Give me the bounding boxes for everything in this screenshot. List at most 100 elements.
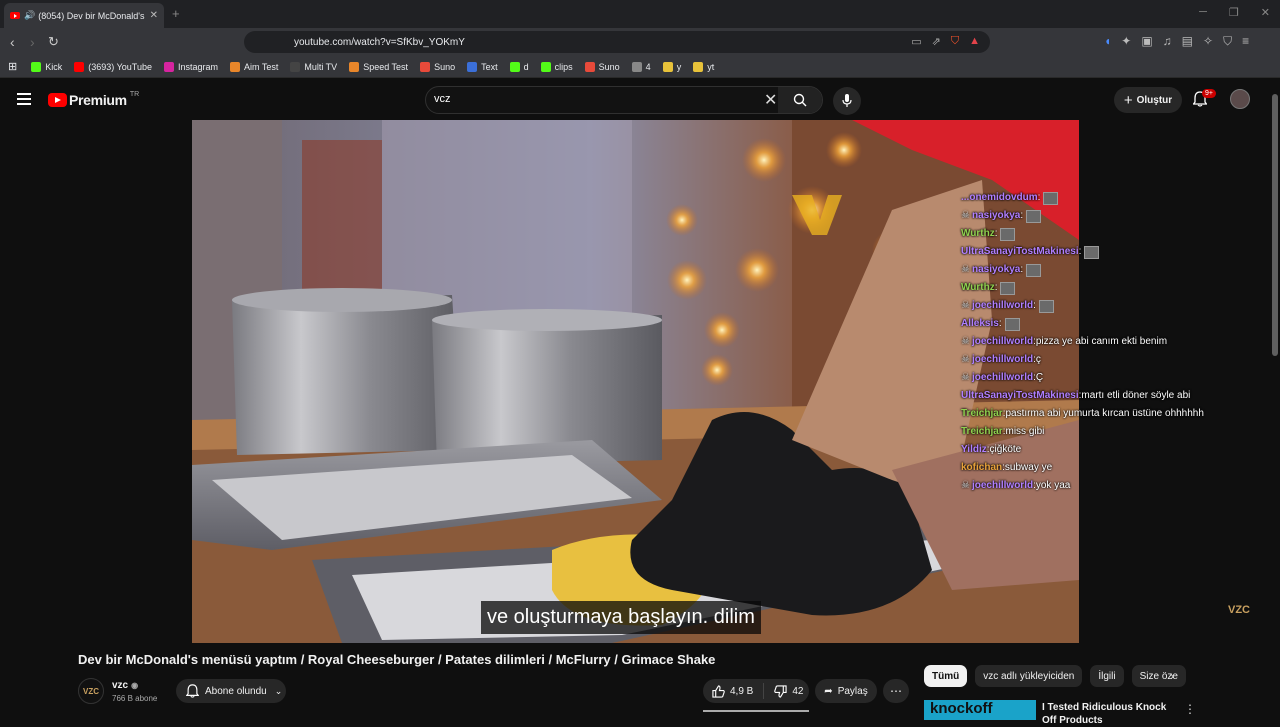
menu-icon[interactable]: ≡ bbox=[1242, 34, 1249, 49]
install-icon[interactable]: ▭ bbox=[911, 35, 921, 48]
search-button[interactable] bbox=[778, 87, 822, 113]
thumbs-up-icon bbox=[712, 684, 725, 698]
chat-username: Yildiz bbox=[961, 444, 987, 455]
new-tab-button[interactable]: + bbox=[172, 6, 180, 21]
reload-icon[interactable]: ↻ bbox=[48, 34, 59, 50]
page-scrollbar[interactable] bbox=[1270, 80, 1280, 720]
ai-icon[interactable]: ✧ bbox=[1203, 34, 1213, 49]
tab-strip: 🔊 (8054) Dev bir McDonald's m ✕ + ─ ❐ ✕ bbox=[0, 0, 1280, 28]
chat-username: UltraSanayiTostMakinesi bbox=[961, 390, 1079, 401]
scrollbar-thumb[interactable] bbox=[1272, 94, 1278, 356]
chat-message: ☠ joechillworld: Ç bbox=[961, 369, 1261, 387]
bookmark-item[interactable]: Multi TV bbox=[290, 61, 337, 72]
vpn-icon[interactable]: ⛉ bbox=[1223, 34, 1232, 49]
window-controls: ─ ❐ ✕ bbox=[1199, 6, 1270, 19]
bookmark-item[interactable]: 4 bbox=[631, 61, 651, 72]
close-window-icon[interactable]: ✕ bbox=[1261, 6, 1270, 19]
wallet-icon[interactable]: ▤ bbox=[1182, 34, 1193, 49]
chat-username: joechillworld bbox=[971, 300, 1034, 311]
youtube-logo[interactable]: Premium TR bbox=[48, 90, 140, 108]
omnibox-icons: ▭ ⇗ ⛉ ▲ bbox=[911, 35, 980, 48]
subscriber-count: 766 B abone bbox=[112, 694, 158, 703]
filter-chip[interactable]: Tümü bbox=[924, 665, 968, 687]
region-code: TR bbox=[129, 90, 140, 98]
chat-username: joechillworld bbox=[971, 354, 1034, 365]
voice-search-button[interactable] bbox=[833, 87, 861, 115]
chat-emote-icon bbox=[1084, 245, 1100, 259]
recommendation-thumbnail[interactable]: knockoff bbox=[924, 700, 1036, 720]
minimize-icon[interactable]: ─ bbox=[1199, 6, 1207, 19]
music-icon[interactable]: ♫ bbox=[1163, 34, 1172, 49]
screenshot-icon[interactable]: ▣ bbox=[1141, 34, 1152, 49]
bookmark-item[interactable]: clips bbox=[540, 61, 573, 72]
bookmark-item[interactable]: Suno bbox=[420, 61, 456, 72]
chat-text: miss gibi bbox=[1005, 426, 1045, 437]
filter-chip[interactable]: İlgili bbox=[1090, 665, 1124, 687]
video-player[interactable] bbox=[192, 120, 1079, 643]
chat-username: Wurthz bbox=[961, 282, 995, 293]
chevron-right-icon[interactable]: › bbox=[1170, 669, 1174, 683]
bookmark-label: Suno bbox=[434, 61, 456, 72]
user-avatar[interactable] bbox=[1230, 89, 1250, 109]
chat-separator: : bbox=[1037, 192, 1041, 203]
bookmark-label: yt bbox=[707, 61, 715, 72]
rewards-icon[interactable]: ▲ bbox=[969, 35, 980, 48]
bookmark-item[interactable]: Suno bbox=[584, 61, 620, 72]
menu-hamburger-icon[interactable] bbox=[17, 93, 31, 105]
bookmark-favicon-icon bbox=[230, 61, 240, 72]
create-button[interactable]: + Oluştur bbox=[1114, 87, 1182, 113]
search-input[interactable] bbox=[434, 93, 754, 105]
address-bar[interactable]: youtube.com/watch?v=SfKbv_YOKmY ▭ ⇗ ⛉ ▲ bbox=[244, 31, 990, 53]
close-tab-icon[interactable]: ✕ bbox=[150, 10, 158, 21]
url-text: youtube.com/watch?v=SfKbv_YOKmY bbox=[294, 36, 465, 48]
chat-username: nasiyokya bbox=[971, 264, 1021, 275]
bookmark-item[interactable]: Text bbox=[467, 61, 498, 72]
chat-message: Alleksis: bbox=[961, 315, 1261, 333]
chat-message: Wurthz: bbox=[961, 225, 1261, 243]
bookmark-item[interactable]: yt bbox=[693, 61, 715, 72]
back-icon[interactable]: ‹ bbox=[10, 34, 15, 50]
channel-avatar[interactable]: VZC bbox=[78, 678, 104, 704]
dislike-button[interactable]: 42 bbox=[764, 684, 803, 698]
bookmark-label: y bbox=[676, 61, 682, 72]
bookmark-item[interactable]: Instagram bbox=[163, 61, 218, 72]
chat-separator: : bbox=[998, 318, 1002, 329]
filter-chip[interactable]: Size öze bbox=[1131, 665, 1186, 687]
extensions-icon[interactable]: ✦ bbox=[1121, 34, 1131, 49]
bookmark-item[interactable]: Aim Test bbox=[230, 61, 278, 72]
browser-tab[interactable]: 🔊 (8054) Dev bir McDonald's m ✕ bbox=[4, 3, 164, 28]
brave-shield-icon[interactable]: ⛉ bbox=[951, 35, 959, 48]
thumbs-down-icon bbox=[774, 684, 787, 698]
apps-icon[interactable]: ⊞ bbox=[8, 60, 17, 73]
channel-name[interactable]: vzc ◉ bbox=[112, 680, 138, 691]
chat-text: yok yaa bbox=[1035, 480, 1071, 491]
bookmark-item[interactable]: y bbox=[662, 61, 682, 72]
forward-icon[interactable]: › bbox=[30, 34, 35, 50]
share-icon[interactable]: ⇗ bbox=[932, 35, 941, 48]
bookmark-item[interactable]: d bbox=[509, 61, 529, 72]
like-ratio-bar bbox=[703, 710, 809, 712]
filter-chip[interactable]: vzc adlı yükleyiciden bbox=[975, 665, 1083, 687]
channel-name-text: vzc bbox=[112, 680, 129, 691]
speaker-icon[interactable]: 🔊 bbox=[24, 10, 35, 21]
subscribe-button[interactable]: Abone olundu ⌄ bbox=[176, 679, 286, 703]
recommendation-title[interactable]: I Tested Ridiculous Knock Off Products bbox=[1042, 701, 1172, 727]
chat-text: Ç bbox=[1035, 372, 1044, 383]
like-button[interactable]: 4,9 B bbox=[703, 683, 765, 699]
maximize-icon[interactable]: ❐ bbox=[1229, 6, 1239, 19]
share-button[interactable]: ➦ Paylaş bbox=[815, 679, 877, 703]
audio-icon[interactable]: ◖ bbox=[1104, 34, 1111, 49]
chat-username: joechillworld bbox=[971, 480, 1034, 491]
more-actions-button[interactable]: ⋯ bbox=[883, 679, 909, 703]
bookmark-item[interactable]: Kick bbox=[31, 61, 62, 72]
create-label: Oluştur bbox=[1136, 94, 1173, 106]
youtube-play-icon bbox=[48, 93, 67, 107]
bookmark-item[interactable]: (3693) YouTube bbox=[74, 61, 152, 72]
chat-message: ☠ joechillworld: ç bbox=[961, 351, 1261, 369]
clear-search-icon[interactable]: ✕ bbox=[764, 90, 777, 110]
chevron-down-icon: ⌄ bbox=[274, 685, 283, 696]
chat-text: pastırma abi yumurta kırcan üstüne ohhhh… bbox=[1005, 408, 1204, 419]
recommendation-menu-icon[interactable]: ⋮ bbox=[1184, 702, 1196, 716]
bookmark-item[interactable]: Speed Test bbox=[349, 61, 408, 72]
share-label: Paylaş bbox=[837, 685, 868, 697]
